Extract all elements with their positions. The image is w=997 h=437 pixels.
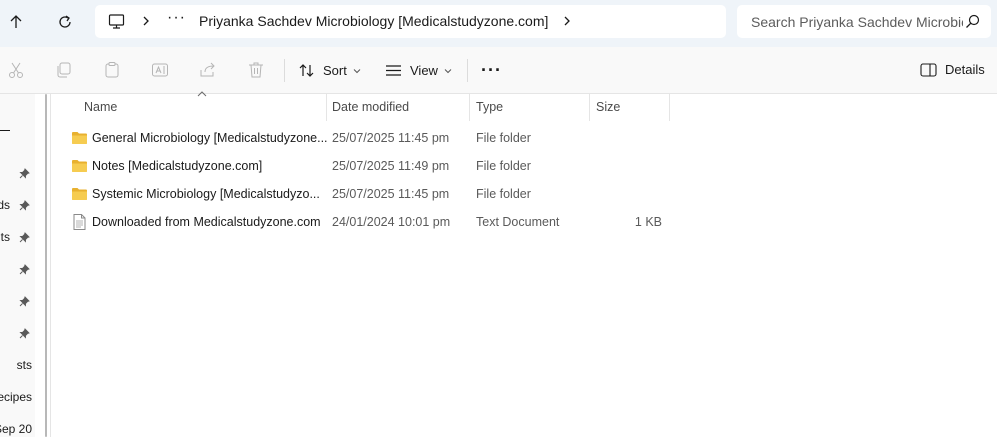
file-name: Notes [Medicalstudyzone.com] bbox=[92, 159, 263, 173]
address-row: ··· Priyanka Sachdev Microbiology [Medic… bbox=[0, 0, 997, 47]
search-input[interactable] bbox=[737, 5, 963, 38]
file-row[interactable]: Notes [Medicalstudyzone.com] 25/07/2025 1… bbox=[66, 152, 670, 180]
breadcrumb-overflow[interactable]: ··· bbox=[167, 9, 186, 27]
file-type: File folder bbox=[476, 131, 531, 145]
cut-button[interactable] bbox=[6, 60, 26, 80]
file-row[interactable]: Systemic Microbiology [Medicalstudyzo...… bbox=[66, 180, 670, 208]
pin-icon bbox=[19, 232, 30, 243]
file-date: 25/07/2025 11:45 pm bbox=[332, 131, 450, 145]
nav-item[interactable] bbox=[0, 260, 35, 280]
refresh-button[interactable] bbox=[49, 7, 81, 37]
nav-item[interactable]: sts bbox=[0, 356, 35, 376]
command-separator bbox=[284, 59, 285, 82]
folder-icon bbox=[72, 160, 87, 172]
file-row[interactable]: Downloaded from Medicalstudyzone.com 24/0… bbox=[66, 208, 670, 236]
pin-icon bbox=[19, 200, 30, 211]
view-label: View bbox=[410, 63, 438, 78]
pin-icon bbox=[19, 296, 30, 307]
view-button[interactable]: View bbox=[385, 58, 452, 83]
search-box[interactable] bbox=[737, 5, 991, 38]
trash-icon bbox=[249, 62, 263, 78]
address-bar[interactable]: ··· Priyanka Sachdev Microbiology [Medic… bbox=[95, 5, 726, 38]
refresh-icon bbox=[59, 15, 71, 28]
up-button[interactable] bbox=[0, 7, 32, 37]
command-separator bbox=[467, 59, 468, 82]
file-type: Text Document bbox=[476, 215, 560, 229]
rename-icon bbox=[152, 63, 168, 77]
sort-button[interactable]: Sort bbox=[298, 58, 361, 83]
column-divider[interactable] bbox=[669, 94, 670, 121]
text-document-icon bbox=[73, 214, 86, 230]
share-icon bbox=[200, 62, 215, 77]
nav-item-label: ds bbox=[0, 198, 10, 212]
details-pane-icon bbox=[920, 62, 937, 77]
column-header-date[interactable]: Date modified bbox=[326, 94, 470, 121]
rename-button[interactable] bbox=[150, 60, 170, 80]
file-date: 25/07/2025 11:49 pm bbox=[332, 159, 450, 173]
pin-icon bbox=[19, 168, 30, 179]
nav-item[interactable] bbox=[0, 292, 35, 312]
chevron-down-icon bbox=[444, 68, 452, 73]
arrow-up-icon bbox=[10, 15, 22, 28]
this-pc-icon[interactable] bbox=[108, 13, 125, 30]
file-date: 24/01/2024 10:01 pm bbox=[332, 215, 451, 229]
copy-icon bbox=[57, 62, 71, 78]
details-label: Details bbox=[945, 62, 985, 77]
more-options-button[interactable]: ··· bbox=[481, 60, 502, 81]
nav-item-partial[interactable] bbox=[0, 130, 10, 131]
breadcrumb-current[interactable]: Priyanka Sachdev Microbiology [Medicalst… bbox=[199, 13, 548, 29]
nav-item-label: sts bbox=[16, 358, 32, 372]
command-bar: Sort View ··· Details bbox=[0, 47, 997, 94]
details-pane-button[interactable]: Details bbox=[920, 62, 985, 77]
nav-item-label: ts bbox=[0, 230, 10, 244]
search-icon[interactable] bbox=[965, 14, 980, 29]
chevron-right-icon[interactable] bbox=[561, 15, 573, 27]
file-size: 1 KB bbox=[634, 215, 662, 229]
file-date: 25/07/2025 11:45 pm bbox=[332, 187, 450, 201]
nav-item[interactable] bbox=[0, 164, 35, 184]
share-button[interactable] bbox=[198, 60, 218, 80]
file-name: Downloaded from Medicalstudyzone.com bbox=[92, 215, 321, 229]
view-icon bbox=[386, 65, 401, 76]
nav-item[interactable] bbox=[0, 324, 35, 344]
chevron-down-icon bbox=[353, 68, 361, 73]
column-header-type[interactable]: Type bbox=[470, 94, 590, 121]
folder-icon bbox=[72, 188, 87, 200]
pane-divider[interactable] bbox=[50, 94, 51, 437]
nav-scrollbar[interactable] bbox=[35, 94, 49, 437]
pin-icon bbox=[19, 328, 30, 339]
folder-icon bbox=[72, 132, 87, 144]
sort-label: Sort bbox=[323, 63, 347, 78]
nav-item-label: ecipes bbox=[0, 390, 32, 404]
sort-icon bbox=[299, 64, 314, 77]
file-name: General Microbiology [Medicalstudyzone..… bbox=[92, 131, 328, 145]
paste-icon bbox=[105, 62, 119, 78]
file-name: Systemic Microbiology [Medicalstudyzo... bbox=[92, 187, 320, 201]
column-header-name[interactable]: Name bbox=[66, 94, 326, 121]
copy-button[interactable] bbox=[54, 60, 74, 80]
file-type: File folder bbox=[476, 159, 531, 173]
file-row[interactable]: General Microbiology [Medicalstudyzone..… bbox=[66, 124, 670, 152]
column-header-size[interactable]: Size bbox=[590, 94, 670, 121]
nav-item[interactable]: ds bbox=[0, 196, 35, 216]
nav-item[interactable]: Sep 20 bbox=[0, 420, 35, 437]
file-type: File folder bbox=[476, 187, 531, 201]
nav-item-label: Sep 20 bbox=[0, 422, 32, 436]
delete-button[interactable] bbox=[246, 60, 266, 80]
nav-item[interactable]: ts bbox=[0, 228, 35, 248]
chevron-right-icon[interactable] bbox=[140, 15, 152, 27]
cut-icon bbox=[9, 62, 23, 78]
navigation-pane: ds ts sts ecipes Sep 20 bbox=[0, 94, 35, 437]
nav-scrollbar-thumb[interactable] bbox=[45, 94, 47, 437]
nav-item[interactable]: ecipes bbox=[0, 388, 35, 408]
paste-button[interactable] bbox=[102, 60, 122, 80]
pin-icon bbox=[19, 264, 30, 275]
